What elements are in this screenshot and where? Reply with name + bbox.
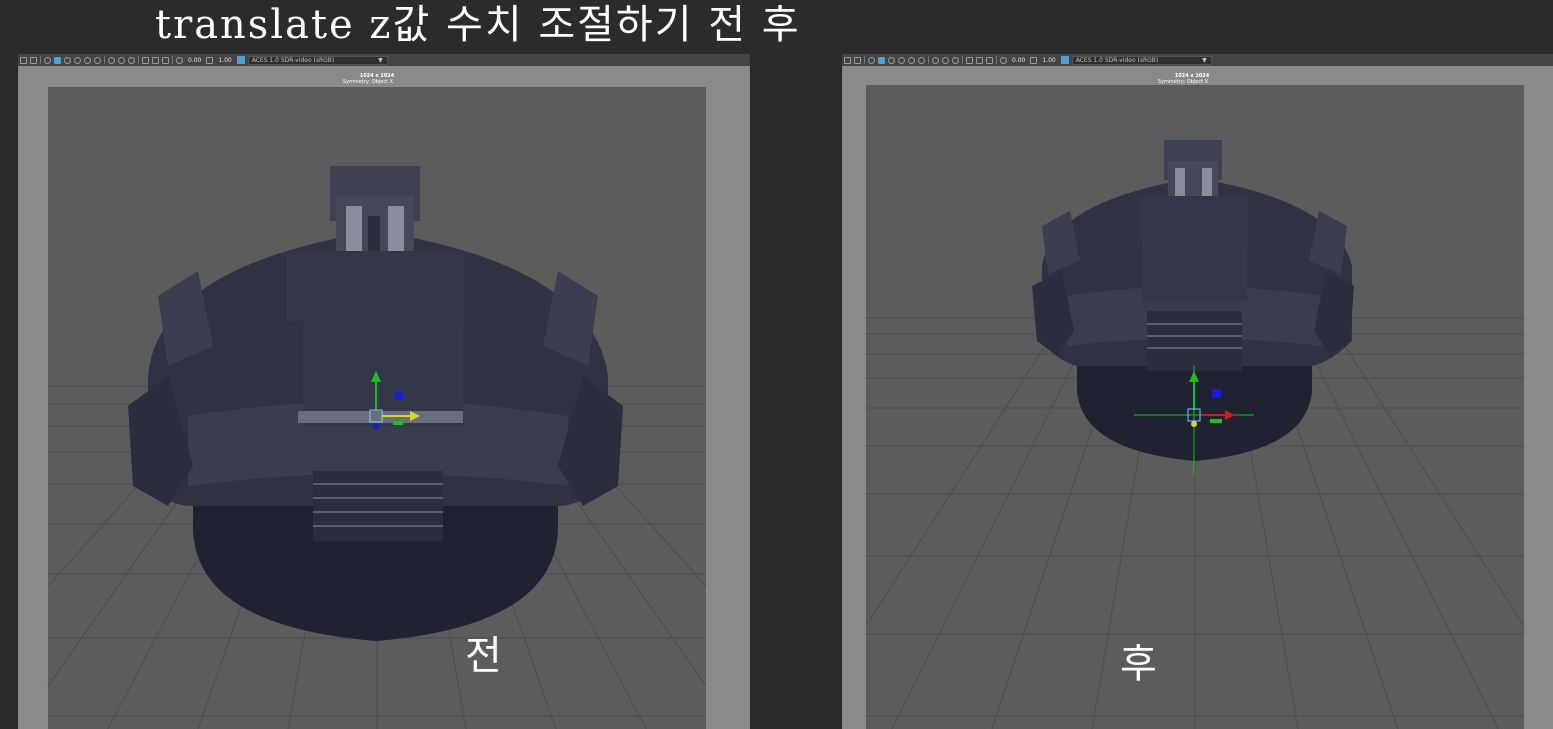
color-space-dropdown[interactable]: ACES 1.0 SDR-video (sRGB) ▼ <box>1071 55 1212 65</box>
texture-icon[interactable] <box>64 56 71 64</box>
gamma-icon[interactable] <box>206 56 214 64</box>
gamma-value[interactable]: 1.00 <box>1040 57 1057 64</box>
chevron-down-icon: ▼ <box>1202 56 1207 64</box>
xray-icon[interactable] <box>942 56 949 64</box>
color-space-label: ACES 1.0 SDR-video (sRGB) <box>251 56 335 64</box>
scene-render-after <box>842 66 1553 729</box>
texture-icon[interactable] <box>888 56 895 64</box>
color-space-label: ACES 1.0 SDR-video (sRGB) <box>1075 56 1159 64</box>
toolbar-divider <box>962 56 963 64</box>
light-icon[interactable] <box>74 56 81 64</box>
ambient-occlusion-icon[interactable] <box>918 56 925 64</box>
gate-mask-icon[interactable] <box>976 56 983 64</box>
gate-mask-icon[interactable] <box>152 56 159 64</box>
shadow-icon[interactable] <box>908 56 915 64</box>
isolate-icon[interactable] <box>932 56 939 64</box>
exposure-value[interactable]: 0.00 <box>1010 57 1027 64</box>
camera-icon[interactable] <box>844 56 851 64</box>
page-title: translate z값 수치 조절하기 전 후 <box>155 2 801 48</box>
exposure-icon[interactable] <box>176 56 183 64</box>
viewport-scene-after[interactable] <box>842 66 1553 729</box>
ambient-occlusion-icon[interactable] <box>94 56 101 64</box>
gamma-value[interactable]: 1.00 <box>216 57 233 64</box>
toolbar-divider <box>864 56 865 64</box>
viewport-toolbar: 0.00 1.00 ACES 1.0 SDR-video (sRGB) ▼ <box>842 54 1553 66</box>
viewport-toolbar: 0.00 1.00 ACES 1.0 SDR-video (sRGB) ▼ <box>18 54 750 66</box>
chevron-down-icon: ▼ <box>378 56 383 64</box>
caption-before: 전 <box>465 633 502 679</box>
toolbar-divider <box>996 56 997 64</box>
colorspace-icon[interactable] <box>236 56 245 64</box>
wireframe-icon[interactable] <box>868 56 875 64</box>
symmetry-label: Symmetry: Object X <box>1157 79 1209 85</box>
toolbar-divider <box>40 56 41 64</box>
toolbar-divider <box>172 56 173 64</box>
field-chart-icon[interactable] <box>162 56 169 64</box>
resolution-gate-icon[interactable] <box>142 56 149 64</box>
isolate-icon[interactable] <box>108 56 115 64</box>
caption-after: 후 <box>1120 641 1157 687</box>
xray-icon[interactable] <box>118 56 125 64</box>
toolbar-divider <box>104 56 105 64</box>
xray-joints-icon[interactable] <box>952 56 959 64</box>
viewport-scene-before[interactable] <box>18 66 750 729</box>
grid-icon[interactable] <box>854 56 861 64</box>
field-chart-icon[interactable] <box>986 56 993 64</box>
shading-icon[interactable] <box>878 56 885 64</box>
viewport-after[interactable]: 0.00 1.00 ACES 1.0 SDR-video (sRGB) ▼ 10… <box>842 54 1553 729</box>
xray-joints-icon[interactable] <box>128 56 135 64</box>
viewport-before[interactable]: 0.00 1.00 ACES 1.0 SDR-video (sRGB) ▼ 10… <box>18 54 750 729</box>
colorspace-icon[interactable] <box>1060 56 1069 64</box>
shading-icon[interactable] <box>54 56 61 64</box>
gamma-icon[interactable] <box>1030 56 1038 64</box>
symmetry-label: Symmetry: Object X <box>342 79 394 85</box>
color-space-dropdown[interactable]: ACES 1.0 SDR-video (sRGB) ▼ <box>247 55 388 65</box>
shadow-icon[interactable] <box>84 56 91 64</box>
exposure-value[interactable]: 0.00 <box>186 57 203 64</box>
grid-icon[interactable] <box>30 56 37 64</box>
toolbar-divider <box>138 56 139 64</box>
exposure-icon[interactable] <box>1000 56 1007 64</box>
scene-render-before <box>18 66 750 729</box>
wireframe-icon[interactable] <box>44 56 51 64</box>
toolbar-divider <box>928 56 929 64</box>
resolution-gate-icon[interactable] <box>966 56 973 64</box>
camera-icon[interactable] <box>20 56 27 64</box>
light-icon[interactable] <box>898 56 905 64</box>
